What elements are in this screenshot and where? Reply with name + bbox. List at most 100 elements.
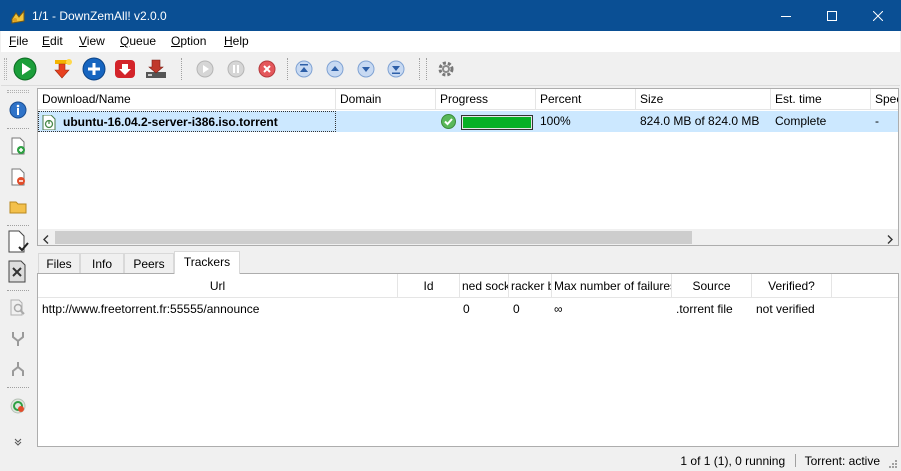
progress-fill [463,117,531,128]
resume-icon [196,60,214,78]
download-batch-button[interactable] [112,56,138,82]
col-url[interactable]: Url [38,274,398,298]
col-percent[interactable]: Percent [536,89,636,110]
downloads-header: Download/Name Domain Progress Percent Si… [38,89,898,110]
tracker-verified: not verified [756,302,815,316]
app-logo-icon [10,9,26,25]
remove-completed-button[interactable] [6,260,30,284]
menu-option[interactable]: Option [171,34,206,48]
tracker-b-value: 0 [513,302,520,316]
main-toolbar [1,52,900,86]
merge-button[interactable] [6,327,30,351]
move-bottom-icon [387,60,405,78]
col-id[interactable]: Id [398,274,460,298]
col-verified[interactable]: Verified? [752,274,832,298]
col-progress[interactable]: Progress [436,89,536,110]
menu-queue[interactable]: Queue [120,34,156,48]
scrollbar-thumb[interactable] [55,231,692,244]
col-est-time[interactable]: Est. time [771,89,871,110]
maximize-button[interactable] [809,1,855,31]
menu-bar: File Edit View Queue Option Help [1,31,900,52]
resize-grip-icon[interactable] [886,457,898,469]
trackers-header: Url Id ned socke racker b Max number of … [38,274,898,298]
downloads-list: Download/Name Domain Progress Percent Si… [37,88,899,246]
download-batch-icon [115,60,135,78]
delete-file-button[interactable] [6,165,30,189]
move-bottom-button[interactable] [383,56,409,82]
torrent-file-icon [42,114,56,131]
settings-button[interactable] [433,56,459,82]
tracker-sockets: 0 [463,302,470,316]
col-tracker-b[interactable]: racker b [509,274,552,298]
find-icon [10,299,25,316]
open-folder-button[interactable] [6,195,30,219]
col-speed[interactable]: Speed [871,89,898,110]
refresh-icon [10,398,26,414]
pause-icon [227,60,245,78]
pause-button[interactable] [223,56,249,82]
remove-completed-icon [8,260,26,283]
cancel-icon [258,60,276,78]
tab-peers[interactable]: Peers [124,253,174,273]
open-folder-icon [9,201,27,214]
tab-info[interactable]: Info [80,253,124,273]
download-name-cell[interactable]: ubuntu-16.04.2-server-i386.iso.torrent [38,111,336,132]
detail-tabs: Files Info Peers Trackers [37,251,899,274]
resume-button[interactable] [192,56,218,82]
scroll-left-icon[interactable] [42,233,50,245]
more-icon [14,438,22,446]
menu-edit[interactable]: Edit [42,34,63,48]
menu-file[interactable]: File [9,34,28,48]
add-new-button[interactable] [81,56,107,82]
col-max-failures[interactable]: Max number of failures [552,274,672,298]
refresh-button[interactable] [6,394,30,418]
toolbar-grip[interactable] [4,58,7,80]
queue-status: 1 of 1 (1), 0 running [680,454,786,468]
col-domain[interactable]: Domain [336,89,436,110]
split-icon [12,362,24,376]
open-file-icon [11,137,25,155]
settings-icon [438,61,454,77]
find-button[interactable] [6,296,30,320]
open-file-button[interactable] [6,134,30,158]
add-downloads-button[interactable] [50,56,76,82]
move-up-icon [326,60,344,78]
menu-help[interactable]: Help [224,34,249,48]
scroll-right-icon[interactable] [886,233,894,245]
menu-view[interactable]: View [79,34,105,48]
col-size[interactable]: Size [636,89,771,110]
download-est-time: Complete [775,114,827,128]
move-up-button[interactable] [322,56,348,82]
col-source[interactable]: Source [672,274,752,298]
trackers-list: Url Id ned socke racker b Max number of … [37,273,899,447]
check-file-button[interactable] [6,230,30,254]
split-button[interactable] [6,357,30,381]
col-sockets[interactable]: ned socke [460,274,509,298]
info-button[interactable] [6,98,30,122]
download-size: 824.0 MB of 824.0 MB [640,114,760,128]
start-button[interactable] [12,56,38,82]
col-download-name[interactable]: Download/Name [38,89,336,110]
delete-file-icon [11,168,25,186]
wizard-button[interactable] [143,56,169,82]
tracker-source: .torrent file [676,302,733,316]
move-down-button[interactable] [353,56,379,82]
tab-files[interactable]: Files [38,253,80,273]
close-button[interactable] [855,1,901,31]
check-file-icon [8,230,29,253]
download-percent: 100% [540,114,571,128]
minimize-button[interactable] [763,1,809,31]
tab-trackers[interactable]: Trackers [174,251,240,274]
add-new-icon [82,57,106,81]
download-progress-bar [461,115,533,130]
horizontal-scrollbar[interactable] [38,229,898,245]
move-top-button[interactable] [291,56,317,82]
info-icon [9,101,27,119]
tracker-max-failures: ∞ [554,302,563,316]
side-toolbar [1,87,35,453]
complete-check-icon [441,114,456,132]
start-icon [13,57,37,81]
table-row[interactable]: ubuntu-16.04.2-server-i386.iso.torrent 1… [38,111,898,132]
cancel-button[interactable] [254,56,280,82]
torrent-status: Torrent: active [804,454,880,468]
